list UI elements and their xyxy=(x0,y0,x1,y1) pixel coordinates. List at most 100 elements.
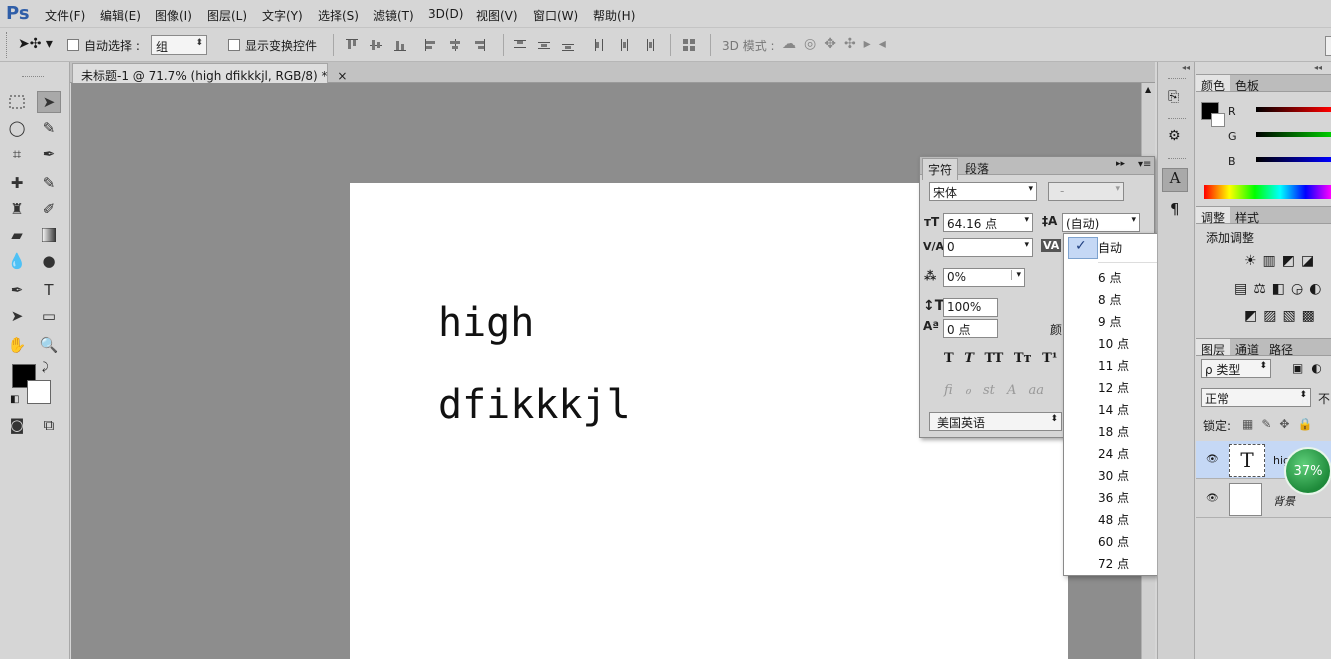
gradient-tool-icon[interactable] xyxy=(37,224,61,246)
progress-badge[interactable]: 37% xyxy=(1284,447,1331,495)
swash-button[interactable]: A xyxy=(1007,383,1016,398)
leading-option[interactable]: 72 点 xyxy=(1098,555,1129,572)
leading-option[interactable]: 14 点 xyxy=(1098,401,1129,418)
clone-stamp-tool-icon[interactable]: ♜ xyxy=(5,198,29,220)
scroll-up-icon[interactable]: ▲ xyxy=(1145,85,1151,94)
blend-mode-select[interactable]: 正常 ⬍ xyxy=(1201,388,1311,407)
align-right-icon[interactable] xyxy=(472,38,486,52)
adjustment-icons-row-2[interactable]: ▤⚖◧◶◐ xyxy=(1234,281,1327,297)
menu-layer[interactable]: 图层(L) xyxy=(207,7,247,24)
paragraph-panel-icon[interactable]: ¶ xyxy=(1170,200,1180,218)
leading-option[interactable]: 36 点 xyxy=(1098,489,1129,506)
tab-paths[interactable]: 路径 xyxy=(1264,339,1298,357)
tab-character[interactable]: 字符 xyxy=(922,158,959,180)
visibility-eye-icon[interactable]: 👁 xyxy=(1206,454,1219,465)
kerning-input[interactable]: 0 ▾ xyxy=(943,238,1033,257)
blue-slider[interactable] xyxy=(1256,157,1331,162)
layer-filter-select[interactable]: ρ 类型 ⬍ xyxy=(1201,359,1271,378)
distribute-top-icon[interactable] xyxy=(513,38,527,52)
superscript-button[interactable]: T¹ xyxy=(1042,351,1057,366)
font-size-input[interactable]: 64.16 点 ▾ xyxy=(943,213,1033,232)
move-tool-preset-icon[interactable]: ➤✣ ▾ xyxy=(18,36,53,52)
menu-view[interactable]: 视图(V) xyxy=(476,7,518,24)
rectangle-tool-icon[interactable]: ▭ xyxy=(37,305,61,327)
close-tab-icon[interactable]: × xyxy=(337,69,347,83)
leading-option[interactable]: 9 点 xyxy=(1098,313,1121,330)
menu-edit[interactable]: 编辑(E) xyxy=(100,7,141,24)
canvas-text-line-1[interactable]: high xyxy=(438,300,534,346)
show-transform-checkbox[interactable] xyxy=(228,39,240,51)
toolbar-grip[interactable] xyxy=(22,76,44,79)
collapse-panel-icon[interactable]: ▸▸ xyxy=(1116,159,1125,169)
blur-tool-icon[interactable]: 💧 xyxy=(5,250,29,272)
pen-tool-icon[interactable]: ✒ xyxy=(5,279,29,301)
color-bg-swatch[interactable] xyxy=(1211,113,1225,127)
lock-icons[interactable]: ▦✎✥🔒 xyxy=(1242,417,1320,431)
screen-mode-icon[interactable]: ⧉ xyxy=(37,414,61,436)
type-style-buttons[interactable]: T T TT Tт T¹ xyxy=(944,351,1058,366)
leading-option[interactable]: 11 点 xyxy=(1098,357,1129,374)
quick-select-tool-icon[interactable]: ✎ xyxy=(37,117,61,139)
menu-type[interactable]: 文字(Y) xyxy=(262,7,303,24)
leading-option[interactable]: 12 点 xyxy=(1098,379,1129,396)
properties-panel-icon[interactable]: ⚙ xyxy=(1168,128,1181,144)
align-left-icon[interactable] xyxy=(424,38,438,52)
menu-3d[interactable]: 3D(D) xyxy=(428,7,463,21)
history-brush-tool-icon[interactable]: ✐ xyxy=(37,198,61,220)
faux-italic-button[interactable]: T xyxy=(964,351,974,366)
leading-option[interactable]: 48 点 xyxy=(1098,511,1129,528)
distribute-hcenter-icon[interactable] xyxy=(617,38,631,52)
leading-option[interactable]: 60 点 xyxy=(1098,533,1129,550)
distribute-left-icon[interactable] xyxy=(593,38,607,52)
baseline-shift-input[interactable]: 0 点 xyxy=(943,319,998,338)
panel-menu-icon[interactable]: ▾≡ xyxy=(1138,159,1151,170)
expand-dock-icon[interactable]: ◂◂ xyxy=(1182,63,1190,72)
green-slider[interactable] xyxy=(1256,132,1331,137)
font-family-select[interactable]: 宋体 ▾ xyxy=(929,182,1037,201)
history-panel-icon[interactable]: ⎘ xyxy=(1168,89,1179,105)
leading-option-auto[interactable]: 自动 xyxy=(1098,239,1122,256)
tab-adjustments[interactable]: 调整 xyxy=(1196,207,1231,225)
tab-channels[interactable]: 通道 xyxy=(1230,339,1264,357)
vertical-scale-input[interactable]: 100% xyxy=(943,298,998,317)
layer-filter-icons[interactable]: ▣◐ xyxy=(1292,361,1330,375)
document-tab[interactable]: 未标题-1 @ 71.7% (high dfikkkjl, RGB/8) * × xyxy=(72,63,347,83)
leading-input[interactable]: (自动) ▾ xyxy=(1062,213,1140,232)
menu-file[interactable]: 文件(F) xyxy=(45,7,85,24)
stylistic-button[interactable]: st xyxy=(983,383,995,398)
menu-help[interactable]: 帮助(H) xyxy=(593,7,635,24)
tab-swatches[interactable]: 色板 xyxy=(1230,75,1264,93)
auto-select-checkbox[interactable] xyxy=(67,39,79,51)
healing-brush-tool-icon[interactable]: ✚ xyxy=(5,172,29,194)
tab-color[interactable]: 颜色 xyxy=(1196,75,1231,93)
align-hcenter-icon[interactable] xyxy=(448,38,462,52)
leading-option[interactable]: 8 点 xyxy=(1098,291,1121,308)
marquee-tool-icon[interactable] xyxy=(5,91,29,113)
menu-select[interactable]: 选择(S) xyxy=(318,7,359,24)
lasso-tool-icon[interactable]: ◯ xyxy=(5,117,29,139)
type-tool-icon[interactable]: T xyxy=(37,279,61,301)
move-tool-icon[interactable]: ➤ xyxy=(37,91,61,113)
quick-mask-icon[interactable]: ◙ xyxy=(5,414,29,436)
old-style-button[interactable]: ℴ xyxy=(965,383,971,398)
3d-mode-icons[interactable]: ☁◎✥✣▸◂ xyxy=(782,36,894,52)
visibility-eye-icon[interactable]: 👁 xyxy=(1206,493,1219,504)
all-caps-button[interactable]: TT xyxy=(984,351,1003,366)
distribute-vcenter-icon[interactable] xyxy=(537,38,551,52)
distribute-bottom-icon[interactable] xyxy=(561,38,575,52)
brush-tool-icon[interactable]: ✎ xyxy=(37,172,61,194)
red-slider[interactable] xyxy=(1256,107,1331,112)
menu-filter[interactable]: 滤镜(T) xyxy=(373,7,414,24)
menu-window[interactable]: 窗口(W) xyxy=(533,7,578,24)
align-top-icon[interactable] xyxy=(345,38,359,52)
tab-styles[interactable]: 样式 xyxy=(1230,207,1264,225)
default-colors-icon[interactable]: ◧ xyxy=(10,394,19,405)
collapse-panels-icon[interactable]: ◂◂ xyxy=(1314,63,1322,72)
options-grip[interactable] xyxy=(6,32,10,58)
auto-select-dropdown[interactable]: 组 ⬍ xyxy=(151,35,207,55)
adjustment-icons-row-3[interactable]: ◩▨▧▩ xyxy=(1244,308,1321,324)
align-bottom-icon[interactable] xyxy=(393,38,407,52)
distribute-right-icon[interactable] xyxy=(641,38,655,52)
canvas-text-line-2[interactable]: dfikkkjl xyxy=(438,382,631,428)
leading-option[interactable]: 24 点 xyxy=(1098,445,1129,462)
